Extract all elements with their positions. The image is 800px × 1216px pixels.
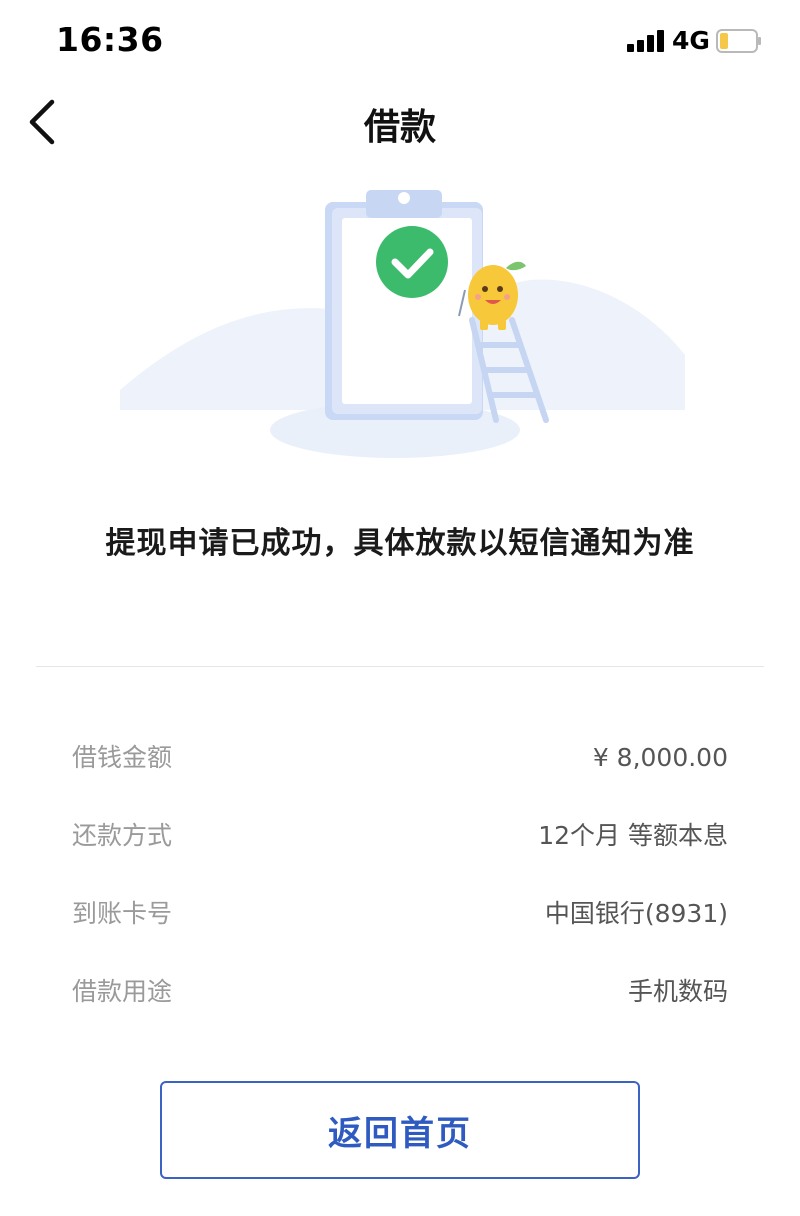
detail-label: 借款用途 [72, 977, 173, 1006]
detail-value: ¥ 8,000.00 [592, 743, 728, 772]
return-home-label: 返回首页 [328, 1113, 472, 1154]
divider [36, 666, 764, 667]
page-title: 借款 [363, 107, 436, 148]
nav-bar: 借款 [0, 80, 800, 170]
status-time: 16:36 [56, 20, 164, 59]
detail-value: 手机数码 [627, 977, 728, 1006]
check-circle-icon [376, 226, 448, 298]
signal-strength-icon [627, 30, 665, 52]
success-message: 提现申请已成功，具体放款以短信通知为准 [105, 526, 695, 561]
detail-value: 12个月 等额本息 [538, 821, 728, 850]
battery-icon [716, 29, 761, 53]
detail-row-card: 到账卡号 中国银行(8931) [72, 892, 728, 970]
detail-row-purpose: 借款用途 手机数码 [72, 970, 728, 1048]
status-bar: 16:36 4G [0, 0, 800, 80]
network-type: 4G [672, 26, 710, 55]
detail-row-repayment: 还款方式 12个月 等额本息 [72, 814, 728, 892]
detail-label: 到账卡号 [72, 899, 173, 928]
detail-label: 借钱金额 [72, 743, 173, 772]
loan-details: 借钱金额 ¥ 8,000.00 还款方式 12个月 等额本息 到账卡号 中国银行… [72, 736, 728, 1048]
success-illustration [120, 190, 685, 458]
detail-value: 中国银行(8931) [544, 899, 728, 928]
return-home-button[interactable]: 返回首页 [160, 1081, 640, 1179]
detail-row-amount: 借钱金额 ¥ 8,000.00 [72, 736, 728, 814]
detail-label: 还款方式 [72, 821, 173, 850]
